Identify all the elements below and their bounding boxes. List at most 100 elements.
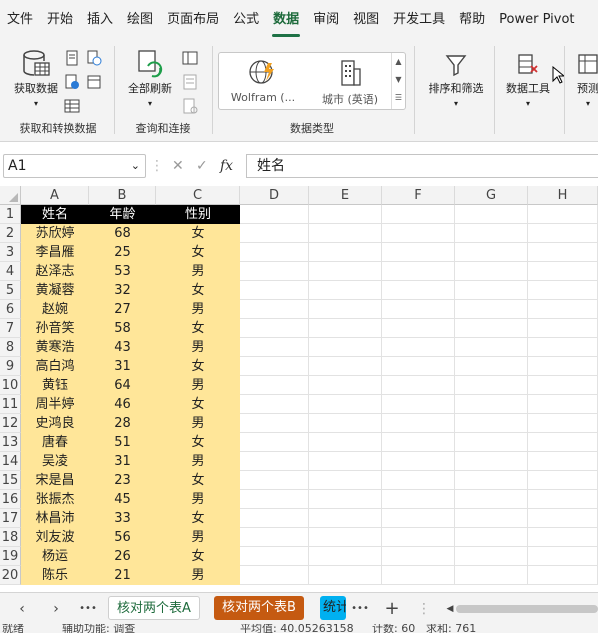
- menu-item-0[interactable]: 文件: [0, 0, 40, 40]
- column-header-E[interactable]: E: [309, 186, 382, 205]
- more-sheets-right-icon[interactable]: •••: [350, 599, 370, 619]
- table-cell[interactable]: 女: [156, 509, 240, 528]
- table-cell[interactable]: 43: [89, 338, 156, 357]
- row-header-10[interactable]: 10: [0, 376, 21, 395]
- row-header-18[interactable]: 18: [0, 528, 21, 547]
- column-header-B[interactable]: B: [89, 186, 156, 205]
- select-all-button[interactable]: [0, 186, 21, 205]
- edit-links-icon[interactable]: [182, 98, 198, 114]
- table-cell[interactable]: 32: [89, 281, 156, 300]
- column-header-C[interactable]: C: [156, 186, 240, 205]
- column-header-G[interactable]: G: [455, 186, 528, 205]
- refresh-all-button[interactable]: 全部刷新 ▾: [120, 48, 180, 111]
- row-header-20[interactable]: 20: [0, 566, 21, 585]
- cell-header[interactable]: 年龄: [89, 205, 156, 224]
- table-cell[interactable]: 女: [156, 395, 240, 414]
- table-cell[interactable]: 男: [156, 452, 240, 471]
- horizontal-scrollbar[interactable]: [456, 605, 598, 613]
- row-header-5[interactable]: 5: [0, 281, 21, 300]
- row-header-9[interactable]: 9: [0, 357, 21, 376]
- row-header-12[interactable]: 12: [0, 414, 21, 433]
- menu-item-6[interactable]: 数据: [266, 0, 306, 40]
- tab-sheet-stats[interactable]: 统计: [320, 596, 346, 620]
- table-cell[interactable]: 女: [156, 357, 240, 376]
- table-cell[interactable]: 男: [156, 262, 240, 281]
- table-cell[interactable]: 女: [156, 547, 240, 566]
- splitter-icon[interactable]: ⋮: [414, 599, 434, 619]
- table-cell[interactable]: 苏欣婷: [21, 224, 89, 243]
- worksheet-grid[interactable]: A B C D E F G H 1 2 3 4 5 6 7 8 9 10 11 12 13 14 15 16 17 18 19 20 姓…: [0, 186, 598, 590]
- table-cell[interactable]: 唐春: [21, 433, 89, 452]
- table-cell[interactable]: 宋是昌: [21, 471, 89, 490]
- chevron-down-icon[interactable]: ⌄: [131, 155, 140, 177]
- table-cell[interactable]: 女: [156, 471, 240, 490]
- datatype-city-button[interactable]: 城市 (英语): [313, 57, 387, 107]
- table-cell[interactable]: 31: [89, 357, 156, 376]
- gallery-more-icon[interactable]: ☰: [392, 89, 405, 107]
- row-header-15[interactable]: 15: [0, 471, 21, 490]
- column-header-D[interactable]: D: [240, 186, 309, 205]
- table-cell[interactable]: 杨运: [21, 547, 89, 566]
- menu-item-5[interactable]: 公式: [226, 0, 266, 40]
- table-cell[interactable]: 21: [89, 566, 156, 585]
- menu-item-7[interactable]: 审阅: [306, 0, 346, 40]
- status-accessibility[interactable]: 辅助功能: 调查: [62, 624, 135, 633]
- row-header-17[interactable]: 17: [0, 509, 21, 528]
- table-cell[interactable]: 吴凌: [21, 452, 89, 471]
- tab-sheet-b[interactable]: 核对两个表B: [214, 596, 304, 620]
- menu-item-4[interactable]: 页面布局: [160, 0, 226, 40]
- row-header-2[interactable]: 2: [0, 224, 21, 243]
- formula-input[interactable]: 姓名: [246, 154, 598, 178]
- table-cell[interactable]: 31: [89, 452, 156, 471]
- table-cell[interactable]: 男: [156, 490, 240, 509]
- table-cell[interactable]: 男: [156, 414, 240, 433]
- table-cell[interactable]: 46: [89, 395, 156, 414]
- table-cell[interactable]: 李昌雁: [21, 243, 89, 262]
- table-cell[interactable]: 男: [156, 338, 240, 357]
- table-cell[interactable]: 56: [89, 528, 156, 547]
- forecast-button[interactable]: 预测 ▾: [568, 50, 598, 111]
- name-box[interactable]: A1 ⌄: [3, 154, 146, 178]
- confirm-icon[interactable]: ✓: [196, 154, 208, 178]
- scroll-down-icon[interactable]: ▼: [392, 71, 405, 89]
- row-header-14[interactable]: 14: [0, 452, 21, 471]
- table-cell[interactable]: 25: [89, 243, 156, 262]
- table-cell[interactable]: 黄钰: [21, 376, 89, 395]
- table-cell[interactable]: 女: [156, 281, 240, 300]
- datatype-wolfram-button[interactable]: Wolfram (...: [223, 57, 303, 104]
- table-cell[interactable]: 男: [156, 566, 240, 585]
- cancel-icon[interactable]: ✕: [172, 154, 184, 178]
- from-table-icon[interactable]: [64, 98, 80, 114]
- table-cell[interactable]: 男: [156, 376, 240, 395]
- properties-icon[interactable]: [182, 74, 198, 90]
- menu-item-1[interactable]: 开始: [40, 0, 80, 40]
- menu-item-10[interactable]: 帮助: [452, 0, 492, 40]
- row-header-6[interactable]: 6: [0, 300, 21, 319]
- sort-filter-button[interactable]: 排序和筛选 ▾: [420, 50, 492, 111]
- table-cell[interactable]: 陈乐: [21, 566, 89, 585]
- row-header-16[interactable]: 16: [0, 490, 21, 509]
- table-cell[interactable]: 孙音笑: [21, 319, 89, 338]
- row-header-4[interactable]: 4: [0, 262, 21, 281]
- column-header-F[interactable]: F: [382, 186, 455, 205]
- existing-connections-icon[interactable]: [86, 74, 102, 90]
- prev-sheet-icon[interactable]: ‹: [12, 599, 32, 619]
- menu-item-2[interactable]: 插入: [80, 0, 120, 40]
- table-cell[interactable]: 64: [89, 376, 156, 395]
- row-header-13[interactable]: 13: [0, 433, 21, 452]
- column-header-H[interactable]: H: [528, 186, 598, 205]
- more-sheets-left-icon[interactable]: •••: [78, 599, 98, 619]
- add-sheet-button[interactable]: +: [382, 599, 402, 619]
- table-cell[interactable]: 林昌沛: [21, 509, 89, 528]
- table-cell[interactable]: 28: [89, 414, 156, 433]
- table-cell[interactable]: 45: [89, 490, 156, 509]
- table-cell[interactable]: 赵婉: [21, 300, 89, 319]
- row-header-19[interactable]: 19: [0, 547, 21, 566]
- menu-item-3[interactable]: 绘图: [120, 0, 160, 40]
- table-cell[interactable]: 26: [89, 547, 156, 566]
- recent-sources-icon[interactable]: [86, 50, 102, 66]
- data-tools-button[interactable]: 数据工具 ▾: [498, 50, 558, 111]
- from-text-icon[interactable]: [64, 50, 80, 66]
- table-cell[interactable]: 黄凝蓉: [21, 281, 89, 300]
- scroll-up-icon[interactable]: ▲: [392, 53, 405, 71]
